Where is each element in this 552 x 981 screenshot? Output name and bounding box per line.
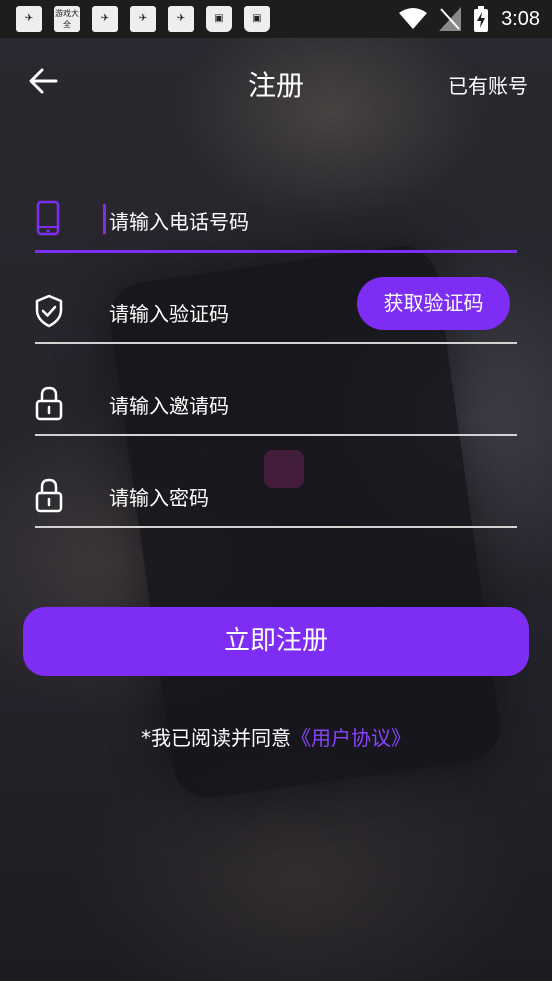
no-signal-icon bbox=[439, 7, 462, 31]
wifi-icon bbox=[399, 8, 428, 29]
lock-icon bbox=[35, 478, 63, 513]
game-app-icon: ✈ bbox=[16, 6, 42, 32]
notification-icons: ✈ 游戏大全 ✈ ✈ ✈ ▣ ▣ bbox=[16, 6, 270, 32]
header: 注册 已有账号 bbox=[0, 50, 552, 114]
battery-charging-icon bbox=[474, 6, 489, 32]
phone-input[interactable]: 请输入电话号码 bbox=[109, 206, 349, 235]
text-cursor bbox=[103, 204, 106, 234]
get-code-button[interactable]: 获取验证码 bbox=[357, 277, 510, 330]
shopping-bag-icon: ▣ bbox=[244, 6, 270, 32]
user-agreement-link[interactable]: 《用户协议》 bbox=[291, 726, 411, 750]
game-app-icon: ✈ bbox=[168, 6, 194, 32]
shopping-bag-icon: ▣ bbox=[206, 6, 232, 32]
register-button[interactable]: 立即注册 bbox=[23, 607, 529, 676]
password-field[interactable]: 请输入密码 bbox=[35, 466, 517, 528]
shield-check-icon bbox=[35, 294, 63, 328]
game-app-icon: ✈ bbox=[130, 6, 156, 32]
phone-field[interactable]: 请输入电话号码 bbox=[35, 190, 517, 253]
status-bar: ✈ 游戏大全 ✈ ✈ ✈ ▣ ▣ 3:08 bbox=[0, 0, 552, 38]
youxi-daquan-icon: 游戏大全 bbox=[54, 6, 80, 32]
agreement-text: *我已阅读并同意 bbox=[141, 726, 291, 750]
game-app-icon: ✈ bbox=[92, 6, 118, 32]
have-account-link[interactable]: 已有账号 bbox=[448, 70, 528, 99]
lock-icon bbox=[35, 386, 63, 421]
clock: 3:08 bbox=[501, 7, 540, 30]
verification-code-input[interactable]: 请输入验证码 bbox=[109, 298, 349, 327]
agreement-line: *我已阅读并同意《用户协议》 bbox=[0, 722, 552, 751]
password-input[interactable]: 请输入密码 bbox=[109, 482, 349, 511]
invite-code-field[interactable]: 请输入邀请码 bbox=[35, 374, 517, 436]
invite-code-input[interactable]: 请输入邀请码 bbox=[109, 390, 349, 419]
phone-icon bbox=[36, 200, 60, 236]
